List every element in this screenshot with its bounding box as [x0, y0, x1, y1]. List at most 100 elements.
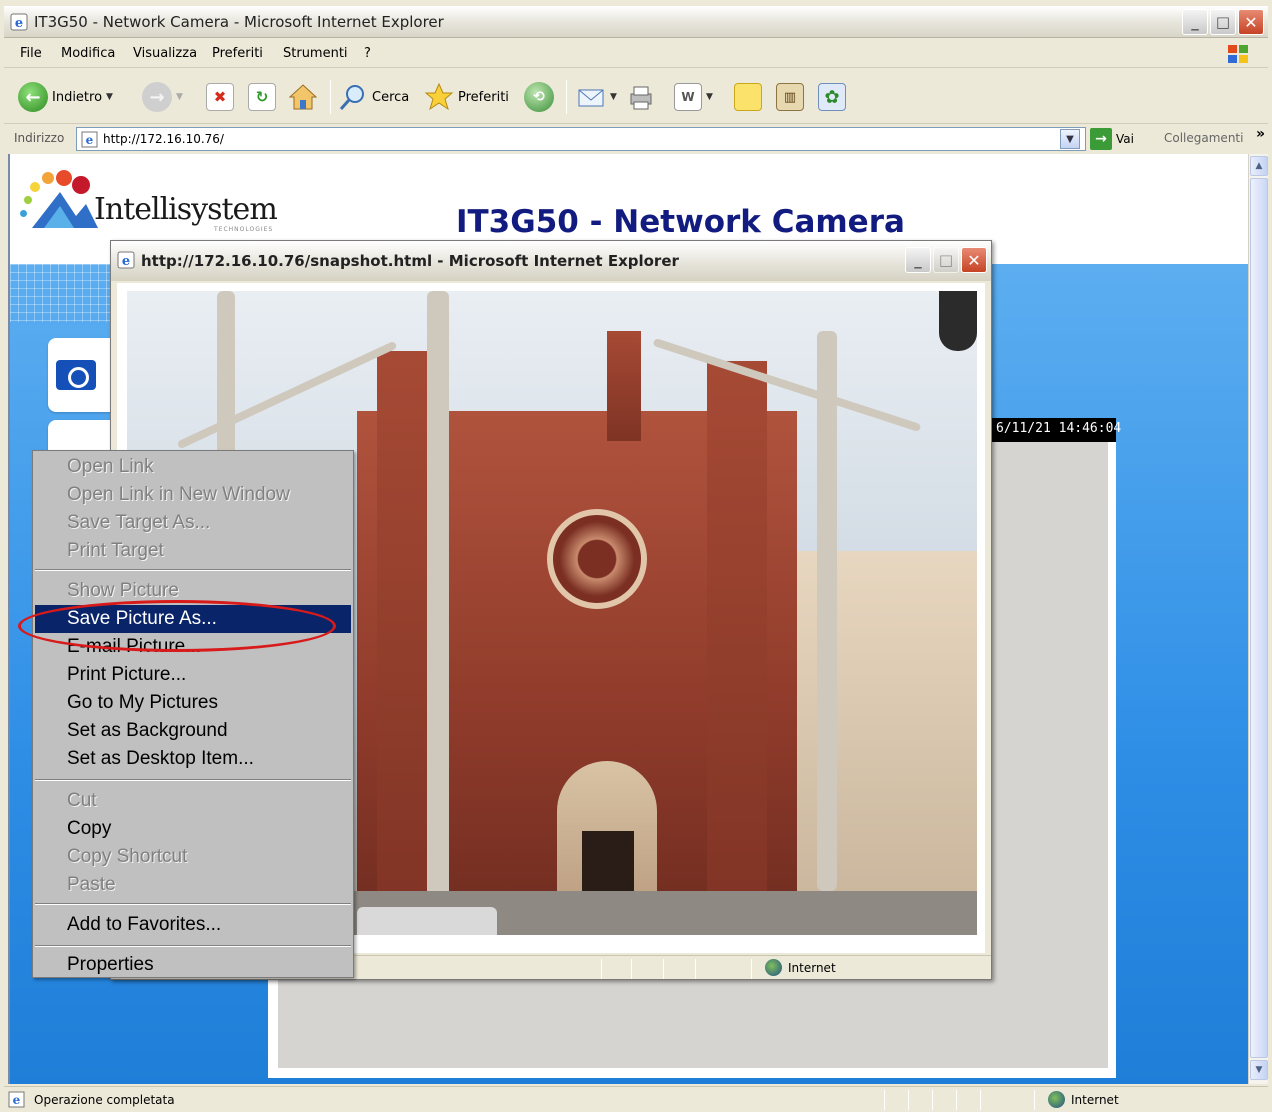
snapshot-nav-button[interactable]	[48, 338, 118, 412]
minimize-icon: _	[914, 251, 922, 269]
globe-icon	[765, 959, 782, 976]
menu-item-paste: Paste	[67, 874, 116, 895]
menu-item-print-target: Print Target	[67, 540, 164, 561]
chevron-down-icon[interactable]: ▼	[706, 92, 713, 102]
menu-item-copy[interactable]: Copy	[35, 815, 351, 843]
links-label[interactable]: Collegamenti	[1164, 131, 1243, 145]
forward-arrow-icon: →	[142, 82, 172, 112]
window-title: IT3G50 - Network Camera - Microsoft Inte…	[34, 13, 444, 31]
zone-label: Internet	[1071, 1092, 1119, 1107]
refresh-button[interactable]: ↻	[248, 79, 276, 115]
popup-close-button[interactable]: ✕	[961, 247, 987, 273]
chevron-up-icon: ▲	[1255, 161, 1263, 171]
page-icon: e	[81, 131, 98, 148]
books-icon: ▥	[776, 83, 804, 111]
menu-item-save-target-as: Save Target As...	[67, 512, 211, 533]
popup-zone-label: Internet	[788, 960, 836, 975]
menu-item-go-to-my-pictures[interactable]: Go to My Pictures	[35, 689, 351, 717]
messenger-button[interactable]: ✿	[818, 79, 846, 115]
edit-button[interactable]: W ▼	[674, 79, 713, 115]
intellisystem-logo: Intellisystem TECHNOLOGIES	[16, 166, 278, 236]
chevron-right-icon[interactable]: »	[1256, 126, 1265, 142]
favorites-button[interactable]: Preferiti	[424, 79, 509, 115]
menu-item-open-link: Open Link	[67, 456, 154, 477]
camera-icon	[56, 360, 96, 390]
svg-text:e: e	[122, 254, 130, 269]
decorative-grid	[10, 264, 110, 322]
vertical-scrollbar[interactable]: ▲ ▼	[1248, 154, 1268, 1084]
star-icon	[424, 82, 454, 111]
menu-item-set-as-background[interactable]: Set as Background	[35, 717, 351, 745]
maximize-icon: □	[938, 251, 954, 269]
close-button[interactable]: ✕	[1238, 9, 1264, 35]
home-icon	[288, 84, 318, 110]
mail-button[interactable]: ▼	[576, 79, 617, 115]
menu-visualizza[interactable]: Visualizza	[133, 46, 197, 61]
minimize-icon: _	[1191, 13, 1199, 31]
search-button[interactable]: Cerca	[338, 79, 409, 115]
menu-help[interactable]: ?	[364, 46, 371, 61]
research-button[interactable]: ▥	[776, 79, 804, 115]
maximize-button[interactable]: □	[1210, 9, 1236, 35]
go-button[interactable]: → Vai	[1090, 128, 1134, 150]
menu-item-properties[interactable]: Properties	[35, 951, 351, 979]
chevron-down-icon[interactable]: ▼	[610, 92, 617, 102]
back-label: Indietro	[52, 89, 103, 105]
popup-title: http://172.16.10.76/snapshot.html - Micr…	[141, 252, 679, 270]
ie-icon: e	[10, 13, 28, 31]
menu-modifica[interactable]: Modifica	[61, 46, 115, 61]
menu-item-open-link-new-window: Open Link in New Window	[67, 484, 290, 505]
word-edit-icon: W	[674, 83, 702, 111]
chevron-down-icon[interactable]: ▼	[176, 92, 183, 102]
mail-icon	[578, 89, 604, 107]
address-label: Indirizzo	[14, 131, 65, 145]
popup-minimize-button[interactable]: _	[905, 247, 931, 273]
menu-item-print-picture[interactable]: Print Picture...	[35, 661, 351, 689]
address-url: http://172.16.10.76/	[103, 132, 224, 146]
scroll-down-button[interactable]: ▼	[1250, 1060, 1268, 1080]
forward-button[interactable]: → ▼	[142, 79, 183, 115]
back-arrow-icon: ←	[18, 82, 48, 112]
print-button[interactable]	[626, 79, 656, 115]
windows-logo-icon	[1228, 45, 1248, 63]
scroll-up-button[interactable]: ▲	[1250, 156, 1268, 176]
history-button[interactable]: ⟲	[524, 79, 554, 115]
popup-maximize-button: □	[933, 247, 959, 273]
home-button[interactable]	[288, 79, 318, 115]
svg-text:e: e	[15, 16, 23, 31]
notes-button[interactable]	[734, 79, 762, 115]
close-icon: ✕	[1244, 12, 1258, 32]
toolbar: ← Indietro ▼ → ▼ ✖ ↻ Cerca Preferiti ⟲ ▼…	[4, 70, 1268, 124]
history-icon: ⟲	[524, 82, 554, 112]
search-label: Cerca	[372, 89, 410, 105]
menu-strumenti[interactable]: Strumenti	[283, 46, 348, 61]
chevron-down-icon: ▼	[1066, 133, 1074, 145]
address-bar: Indirizzo e http://172.16.10.76/ ▼ → Vai…	[4, 126, 1268, 152]
context-menu: Open Link Open Link in New Window Save T…	[32, 450, 354, 978]
note-icon	[734, 83, 762, 111]
chevron-down-icon[interactable]: ▼	[106, 92, 113, 102]
ie-icon: e	[117, 251, 135, 269]
scroll-thumb[interactable]	[1250, 178, 1268, 1058]
logo-subtitle: TECHNOLOGIES	[214, 226, 274, 233]
page-title: IT3G50 - Network Camera	[456, 204, 905, 240]
search-icon	[339, 85, 364, 110]
menu-item-set-as-desktop-item[interactable]: Set as Desktop Item...	[35, 745, 351, 773]
status-text: Operazione completata	[34, 1093, 175, 1107]
back-button[interactable]: ← Indietro ▼	[18, 79, 113, 115]
favorites-label: Preferiti	[458, 89, 509, 105]
address-dropdown-button[interactable]: ▼	[1060, 129, 1080, 149]
flower-icon: ✿	[818, 83, 846, 111]
minimize-button[interactable]: _	[1182, 9, 1208, 35]
menu-item-add-to-favorites[interactable]: Add to Favorites...	[35, 911, 351, 939]
chevron-down-icon: ▼	[1255, 1065, 1263, 1075]
status-bar: e Operazione completata Internet	[4, 1086, 1268, 1112]
popup-security-zone: Internet	[765, 959, 836, 976]
menu-preferiti[interactable]: Preferiti	[212, 46, 263, 61]
menu-file[interactable]: File	[20, 46, 42, 61]
stop-button[interactable]: ✖	[206, 79, 234, 115]
security-zone: Internet	[1048, 1091, 1119, 1108]
maximize-icon: □	[1215, 13, 1231, 31]
address-input[interactable]: e http://172.16.10.76/	[76, 127, 1086, 151]
ie-main-window: e IT3G50 - Network Camera - Microsoft In…	[0, 0, 1272, 1112]
